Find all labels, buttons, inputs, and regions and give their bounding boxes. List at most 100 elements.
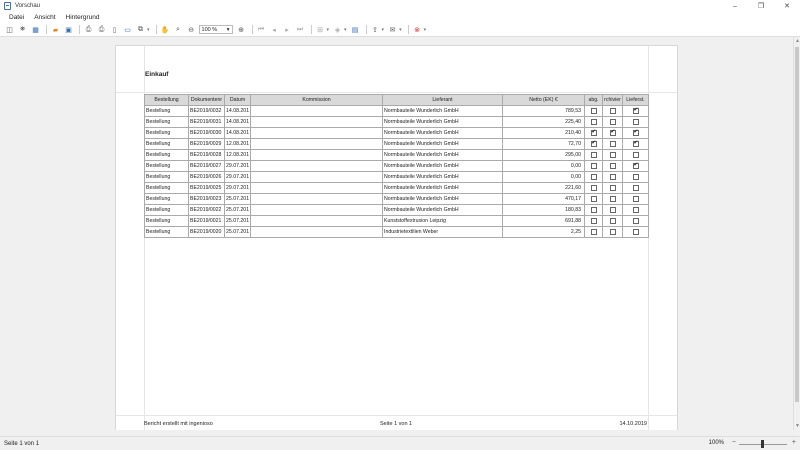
scale-icon[interactable]: ▭ — [122, 24, 133, 35]
cell-lieferant: Normbauteile Wunderlich GmbH — [382, 127, 503, 139]
status-page-info: Seite 1 von 1 — [4, 440, 40, 447]
scroll-thumb[interactable] — [795, 47, 799, 402]
cell-netto: 221,60 — [502, 182, 585, 194]
table-row: Bestellung BE2019/0020 25.07.201 Industriet… — [144, 226, 649, 238]
zoom-in-icon[interactable]: ⊕ — [236, 24, 247, 35]
menu-ansicht[interactable]: Ansicht — [29, 14, 60, 21]
color-icon[interactable]: ◈ — [332, 24, 343, 35]
thumbnails-icon[interactable]: ▦ — [30, 24, 41, 35]
cell-netto: 0,00 — [502, 160, 585, 172]
quick-print-icon[interactable]: ⎙ — [96, 24, 107, 35]
chevron-down-icon[interactable]: ▾ — [344, 27, 347, 33]
cell-lieferant: Kunststoffextrusion Leipzig — [382, 215, 503, 227]
footer-date: 14.10.2019 — [619, 421, 647, 427]
cell-datum: 25.07.201 — [224, 215, 251, 227]
chevron-down-icon[interactable]: ▾ — [382, 27, 385, 33]
cell-checkbox-archiviert — [602, 138, 623, 150]
toolbar-separator — [46, 25, 47, 34]
cell-checkbox-abg — [584, 138, 603, 150]
email-icon[interactable]: ✉ — [387, 24, 398, 35]
title-bar: Vorschau – ❐ ✕ — [0, 0, 800, 12]
checkbox-lieferst — [632, 206, 639, 213]
cell-checkbox-lieferst — [622, 193, 649, 205]
cell-netto: 225,40 — [502, 116, 585, 128]
menu-hintergrund[interactable]: Hintergrund — [61, 14, 105, 21]
previous-page-icon[interactable]: ◂ — [269, 24, 280, 35]
menu-datei[interactable]: Datei — [4, 14, 29, 21]
cell-checkbox-lieferst — [622, 160, 649, 172]
save-icon[interactable]: ▣ — [63, 24, 74, 35]
column-header-dokumentnr: Dokumentenr — [188, 94, 225, 106]
checkbox-lieferst — [632, 195, 639, 202]
cell-bestellung: Bestellung — [144, 105, 189, 117]
minimize-button[interactable]: – — [722, 0, 748, 12]
chevron-down-icon[interactable]: ▾ — [424, 27, 427, 33]
cell-dokumentnr: BE2019/0031 — [188, 116, 225, 128]
checkbox-abg — [590, 228, 597, 235]
checkbox-abg — [590, 162, 597, 169]
watermark-page-icon[interactable]: ▤ — [350, 24, 361, 35]
cell-bestellung: Bestellung — [144, 116, 189, 128]
cell-kommission — [250, 149, 383, 161]
table-row: Bestellung BE2019/0027 29.07.201 Normbautei… — [144, 160, 649, 172]
scroll-down-icon[interactable]: ▼ — [795, 423, 800, 429]
cell-bestellung: Bestellung — [144, 160, 189, 172]
zoom-plus-icon[interactable]: + — [792, 439, 796, 446]
cell-checkbox-archiviert — [602, 116, 623, 128]
hand-tool-icon[interactable]: ✋ — [160, 24, 171, 35]
open-folder-icon[interactable]: ▰ — [50, 24, 61, 35]
last-page-icon[interactable]: ⏭ — [295, 24, 306, 35]
margin-guide — [116, 415, 677, 416]
preview-canvas[interactable]: Einkauf Bestellung Dokumentenr Datum Kom… — [0, 37, 793, 430]
cell-dokumentnr: BE2019/0026 — [188, 171, 225, 183]
cell-dokumentnr: BE2019/0028 — [188, 149, 225, 161]
print-icon[interactable]: ⎙ — [83, 24, 94, 35]
cell-kommission — [250, 182, 383, 194]
cell-checkbox-abg — [584, 182, 603, 194]
checkbox-abg — [590, 140, 597, 147]
chevron-down-icon[interactable]: ▾ — [147, 27, 150, 33]
cell-checkbox-lieferst — [622, 105, 649, 117]
cell-kommission — [250, 138, 383, 150]
cell-checkbox-abg — [584, 160, 603, 172]
cell-datum: 29.07.201 — [224, 182, 251, 194]
watermark-icon[interactable]: ⧉ — [135, 24, 146, 35]
binoculars-icon[interactable]: ⛯ — [17, 24, 28, 35]
report-title: Einkauf — [145, 71, 169, 78]
close-preview-icon[interactable]: ⊗ — [412, 24, 423, 35]
chevron-down-icon[interactable]: ▾ — [327, 27, 330, 33]
cell-checkbox-abg — [584, 204, 603, 216]
zoom-slider-thumb[interactable] — [761, 440, 764, 448]
cell-checkbox-abg — [584, 116, 603, 128]
export-icon[interactable]: ⇪ — [370, 24, 381, 35]
sidebar-toggle-icon[interactable]: ◫ — [4, 24, 15, 35]
checkbox-lieferst — [632, 217, 639, 224]
cell-checkbox-archiviert — [602, 204, 623, 216]
magnifier-icon[interactable]: ⌕ — [173, 24, 184, 35]
close-button[interactable]: ✕ — [774, 0, 800, 12]
cell-checkbox-lieferst — [622, 215, 649, 227]
scroll-up-icon[interactable]: ▲ — [795, 38, 800, 44]
cell-checkbox-lieferst — [622, 226, 649, 238]
cell-datum: 14.08.201 — [224, 105, 251, 117]
table-row: Bestellung BE2019/0021 25.07.201 Kunststoff… — [144, 215, 649, 227]
first-page-icon[interactable]: ⏮ — [256, 24, 267, 35]
restore-button[interactable]: ❐ — [748, 0, 774, 12]
multi-page-icon[interactable]: ⊞ — [315, 24, 326, 35]
zoom-select[interactable]: 100 % ▾ — [198, 25, 233, 34]
checkbox-lieferst — [632, 162, 639, 169]
zoom-minus-icon[interactable]: − — [732, 439, 736, 446]
chevron-down-icon[interactable]: ▾ — [399, 27, 402, 33]
checkbox-archiviert — [609, 107, 616, 114]
vertical-scrollbar[interactable]: ▲ ▼ — [793, 37, 800, 430]
column-header-bestellung: Bestellung — [144, 94, 189, 106]
page-setup-icon[interactable]: ▯ — [109, 24, 120, 35]
cell-kommission — [250, 116, 383, 128]
zoom-out-icon[interactable]: ⊖ — [186, 24, 197, 35]
cell-lieferant: Normbauteile Wunderlich GmbH — [382, 149, 503, 161]
checkbox-lieferst — [632, 184, 639, 191]
checkbox-archiviert — [609, 140, 616, 147]
table-row: Bestellung BE2019/0029 12.08.201 Normbautei… — [144, 138, 649, 150]
next-page-icon[interactable]: ▸ — [282, 24, 293, 35]
cell-kommission — [250, 204, 383, 216]
